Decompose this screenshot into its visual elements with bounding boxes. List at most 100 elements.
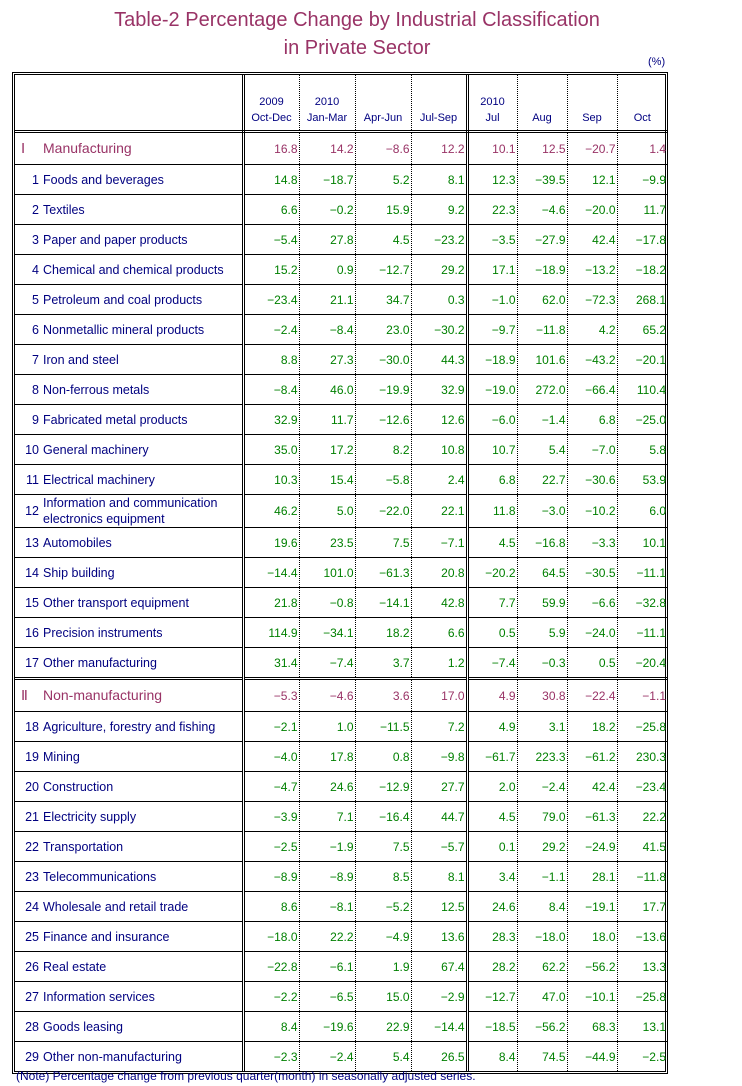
row-label-cell: 13 Automobiles bbox=[15, 527, 245, 558]
value-cell: 0.5 bbox=[467, 617, 518, 648]
value-cell: 5.9 bbox=[517, 617, 568, 648]
row-label-cell: 3 Paper and paper products bbox=[15, 224, 245, 255]
value-cell: −16.8 bbox=[517, 527, 568, 558]
value-cell: −14.4 bbox=[411, 1011, 469, 1042]
row-label: Nonmetallic mineral products bbox=[43, 322, 205, 337]
value-cell: −7.4 bbox=[299, 647, 356, 679]
value-cell: 4.5 bbox=[355, 224, 412, 255]
row-label-cell: 22 Transportation bbox=[15, 831, 245, 862]
row-number: 19 bbox=[25, 749, 39, 764]
value-cell: 12.5 bbox=[517, 131, 568, 165]
value-cell: 6.8 bbox=[567, 404, 618, 435]
value-cell: −44.9 bbox=[567, 1041, 618, 1071]
row-label-cell: 16 Precision instruments bbox=[15, 617, 245, 648]
value-cell: −1.0 bbox=[467, 284, 518, 315]
row-number: Ⅰ bbox=[21, 141, 26, 157]
value-cell: 101.0 bbox=[299, 557, 356, 588]
value-cell: −12.6 bbox=[355, 404, 412, 435]
row-label-cell: 1 Foods and beverages bbox=[15, 164, 245, 195]
value-cell: 268.1 bbox=[617, 284, 667, 315]
value-cell: −2.9 bbox=[411, 981, 469, 1012]
value-cell: 44.3 bbox=[411, 344, 469, 375]
row-label: Agriculture, forestry and fishing bbox=[43, 719, 216, 734]
table-row: 6 Nonmetallic mineral products −2.4 −8.4 23.… bbox=[15, 314, 667, 345]
value-cell: 22.9 bbox=[355, 1011, 412, 1042]
value-cell: 17.8 bbox=[299, 741, 356, 772]
column-period: Jul bbox=[485, 112, 500, 124]
column-year: 2010 bbox=[480, 96, 505, 108]
row-label-cell: 17 Other manufacturing bbox=[15, 647, 245, 679]
row-label-cell: 19 Mining bbox=[15, 741, 245, 772]
value-cell: −56.2 bbox=[517, 1011, 568, 1042]
value-cell: 22.3 bbox=[467, 194, 518, 225]
value-cell: −18.0 bbox=[243, 921, 300, 952]
value-cell: −1.4 bbox=[517, 404, 568, 435]
value-cell: 7.5 bbox=[355, 831, 412, 862]
value-cell: −5.4 bbox=[243, 224, 300, 255]
value-cell: −27.9 bbox=[517, 224, 568, 255]
row-label: Petroleum and coal products bbox=[43, 292, 203, 307]
value-cell: −8.6 bbox=[355, 131, 412, 165]
table-row: 18 Agriculture, forestry and fishing −2.1 1… bbox=[15, 711, 667, 742]
row-number: 25 bbox=[25, 929, 39, 944]
value-cell: 42.8 bbox=[411, 587, 469, 618]
unit-label: (%) bbox=[648, 56, 666, 68]
row-label: Other non-manufacturing bbox=[43, 1049, 182, 1064]
value-cell: 6.0 bbox=[617, 494, 667, 528]
value-cell: −39.5 bbox=[517, 164, 568, 195]
value-cell: 0.5 bbox=[567, 647, 618, 679]
value-cell: 5.2 bbox=[355, 164, 412, 195]
value-cell: 22.1 bbox=[411, 494, 469, 528]
value-cell: 1.0 bbox=[299, 711, 356, 742]
value-cell: 12.3 bbox=[467, 164, 518, 195]
value-cell: 9.2 bbox=[411, 194, 469, 225]
table-row: 21 Electricity supply −3.9 7.1 −16.4 44.7 4.5 7… bbox=[15, 801, 667, 832]
row-label-cell: 12 Information and communication electron… bbox=[15, 494, 245, 528]
header-label-cell bbox=[15, 75, 245, 133]
table-row: 28 Goods leasing 8.4 −19.6 22.9 −14.4 −18.5 −56… bbox=[15, 1011, 667, 1042]
value-cell: −1.1 bbox=[517, 861, 568, 892]
row-label: Electrical machinery bbox=[43, 472, 155, 487]
value-cell: −61.7 bbox=[467, 741, 518, 772]
value-cell: −24.0 bbox=[567, 617, 618, 648]
value-cell: −4.9 bbox=[355, 921, 412, 952]
value-cell: −7.0 bbox=[567, 434, 618, 465]
row-number: 9 bbox=[32, 412, 39, 427]
value-cell: −11.1 bbox=[617, 617, 667, 648]
value-cell: 10.1 bbox=[617, 527, 667, 558]
column-header: Oct bbox=[617, 75, 667, 133]
value-cell: 47.0 bbox=[517, 981, 568, 1012]
value-cell: 10.7 bbox=[467, 434, 518, 465]
table-row: 9 Fabricated metal products 32.9 11.7 −12.6 1… bbox=[15, 404, 667, 435]
value-cell: 21.1 bbox=[299, 284, 356, 315]
value-cell: −3.9 bbox=[243, 801, 300, 832]
value-cell: 8.6 bbox=[243, 891, 300, 922]
row-label: Real estate bbox=[43, 959, 107, 974]
row-number: 13 bbox=[25, 535, 39, 550]
row-number: Ⅱ bbox=[21, 688, 28, 704]
row-number: 16 bbox=[25, 625, 39, 640]
value-cell: 53.9 bbox=[617, 464, 667, 495]
value-cell: −8.1 bbox=[299, 891, 356, 922]
column-period: Jul-Sep bbox=[419, 112, 458, 124]
value-cell: −4.7 bbox=[243, 771, 300, 802]
row-number: 22 bbox=[25, 839, 39, 854]
value-cell: −22.8 bbox=[243, 951, 300, 982]
row-label: Chemical and chemical products bbox=[43, 262, 224, 277]
row-number: 8 bbox=[32, 382, 39, 397]
value-cell: −6.1 bbox=[299, 951, 356, 982]
row-number: 17 bbox=[25, 655, 39, 670]
table-row: 11 Electrical machinery 10.3 15.4 −5.8 2.4 6.8… bbox=[15, 464, 667, 495]
row-label-cell: 18 Agriculture, forestry and fishing bbox=[15, 711, 245, 742]
value-cell: −66.4 bbox=[567, 374, 618, 405]
value-cell: −24.9 bbox=[567, 831, 618, 862]
value-cell: −23.4 bbox=[617, 771, 667, 802]
value-cell: 10.1 bbox=[467, 131, 518, 165]
row-label: Telecommunications bbox=[43, 869, 157, 884]
row-label: Foods and beverages bbox=[43, 172, 164, 187]
value-cell: −1.9 bbox=[299, 831, 356, 862]
value-cell: −3.0 bbox=[517, 494, 568, 528]
row-number: 21 bbox=[25, 809, 39, 824]
row-label-cell: 6 Nonmetallic mineral products bbox=[15, 314, 245, 345]
value-cell: 3.1 bbox=[517, 711, 568, 742]
